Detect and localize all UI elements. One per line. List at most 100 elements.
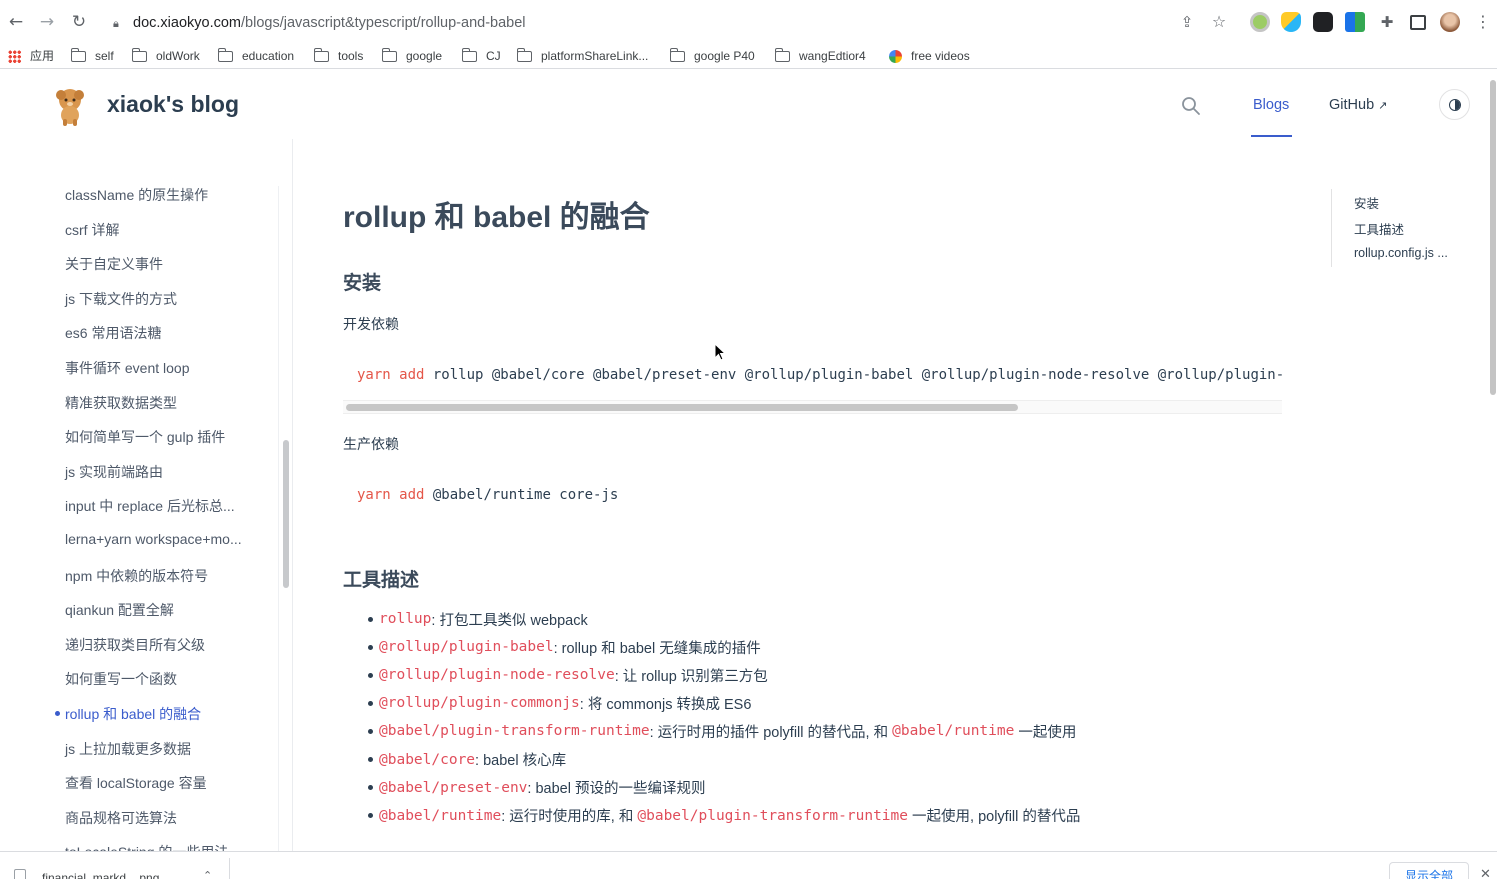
bookmark-label: self [95,49,114,63]
tools-heading: 工具描述 [343,570,420,591]
inline-code: @rollup/plugin-node-resolve [379,667,615,684]
free-videos-icon [889,49,902,63]
list-item-text: 一起使用 [1014,724,1077,741]
toc-item-rollup-config[interactable]: rollup.config.js ... [1354,246,1448,260]
inline-code: @babel/preset-env [379,779,528,796]
page-scrollbar[interactable] [1490,80,1496,395]
extension-shield-icon[interactable] [1281,12,1301,32]
bullet-icon [368,616,373,622]
dog-logo-icon[interactable] [49,85,91,127]
list-item-text: 一起使用, polyfill 的替代品 [908,809,1081,826]
puzzle-icon[interactable]: ✚ [1377,12,1397,32]
sidebar-item[interactable]: 事件循环 event loop [65,358,190,378]
sidebar-item[interactable]: 如何重写一个函数 [65,669,177,689]
bullet-icon [368,672,373,678]
bookmark-wangedtior4[interactable]: wangEdtior4 [775,47,866,65]
theme-toggle-button[interactable] [1439,89,1470,120]
bookmark-label: tools [338,49,364,63]
star-icon[interactable]: ☆ [1209,12,1229,32]
code-args: rollup @babel/core @babel/preset-env @ro… [432,367,1282,383]
side-panel-icon[interactable] [1410,15,1426,30]
sidebar-item[interactable]: className 的原生操作 [65,185,208,205]
sidebar-item[interactable]: 如何简单写一个 gulp 插件 [65,427,225,447]
extension-green-icon[interactable] [1250,12,1270,32]
sidebar-item[interactable]: 递归获取类目所有父级 [65,635,205,655]
page-title: rollup 和 babel 的融合 [343,201,650,234]
bookmark-oldwork[interactable]: oldWork [132,47,200,65]
sidebar-item[interactable]: input 中 replace 后光标总... [65,496,235,516]
bookmarks-bar: 应用 self oldWork education tools google C… [0,44,1497,68]
profile-avatar[interactable] [1440,12,1460,32]
bookmark-education[interactable]: education [218,47,294,65]
sidebar-item[interactable]: es6 常用语法糖 [65,323,161,343]
site-title[interactable]: xiaok's blog [107,91,239,118]
close-icon[interactable]: ✕ [1480,866,1491,879]
bullet-icon [368,785,373,791]
folder-icon [314,47,329,62]
sidebar-item[interactable]: 查看 localStorage 容量 [65,773,207,793]
forward-icon[interactable]: → [37,12,57,32]
code-scrollbar[interactable] [346,404,1018,411]
sidebar-item[interactable]: js 上拉加载更多数据 [65,739,191,759]
inline-code: @babel/runtime [892,723,1015,740]
dev-code-line: yarn add rollup @babel/core @babel/prese… [357,367,1282,383]
download-filename[interactable]: financial_markd....png [42,871,159,879]
sidebar-item[interactable]: lerna+yarn workspace+mo... [65,531,242,547]
bullet-icon [368,757,373,762]
download-bar: financial_markd....png ⌃ 显示全部 ✕ [0,851,1497,879]
share-icon[interactable]: ⇪ [1177,12,1197,32]
sidebar-item[interactable]: 商品规格可选算法 [65,808,177,828]
bookmark-apps[interactable]: 应用 [8,47,54,65]
toc-item-install[interactable]: 安装 [1354,193,1379,212]
list-item: @babel/preset-env: babel 预设的一些编译规则 [343,777,705,799]
folder-icon [670,47,685,62]
reload-icon[interactable]: ↻ [69,12,89,32]
toc-item-tools[interactable]: 工具描述 [1354,219,1404,238]
sidebar-item[interactable]: csrf 详解 [65,220,119,240]
sidebar-item[interactable]: npm 中依赖的版本符号 [65,566,208,586]
back-icon[interactable]: ← [6,12,26,32]
file-icon [14,869,26,879]
inline-code: @rollup/plugin-babel [379,639,554,656]
show-all-button[interactable]: 显示全部 [1389,862,1469,879]
sidebar-item[interactable]: qiankun 配置全解 [65,600,174,620]
list-item: @babel/runtime: 运行时使用的库, 和 @babel/plugin… [343,805,1080,827]
list-item-text: : 运行时用的插件 polyfill 的替代品, 和 [649,724,893,741]
mouse-cursor-icon [714,343,726,361]
search-icon[interactable] [1181,96,1201,116]
sidebar-item[interactable]: toLocaleString 的一些用法 [65,842,228,851]
nav-blogs-link[interactable]: Blogs [1253,97,1289,113]
sidebar-item[interactable]: js 实现前端路由 [65,462,163,482]
sidebar-item[interactable]: 关于自定义事件 [65,254,163,274]
folder-icon [462,47,477,62]
sidebar-scrollbar[interactable] [283,440,289,588]
sidebar-item[interactable]: js 下载文件的方式 [65,289,177,309]
sidebar-item[interactable]: rollup 和 babel 的融合 [65,704,201,724]
extension-grid-icon[interactable] [1345,12,1365,32]
nav-github-link[interactable]: GitHub ↗︎ [1329,97,1387,113]
sidebar-item[interactable]: 精准获取数据类型 [65,393,177,413]
bookmark-free-videos[interactable]: free videos [889,47,970,65]
bullet-icon [368,700,373,706]
bookmark-platformsharelink[interactable]: platformShareLink... [517,47,648,65]
sidebar: className 的原生操作 csrf 详解关于自定义事件 js 下载文件的方式 e… [0,139,292,851]
extension-game-icon[interactable] [1313,12,1333,32]
address-bar: ← → ↻ 🔒︎ doc.xiaokyo.com/blogs/javascript… [0,0,1497,44]
inline-code: @babel/runtime [379,807,502,824]
bullet-icon [368,813,373,819]
dev-code-block[interactable]: yarn add rollup @babel/core @babel/prese… [343,349,1282,415]
url-field[interactable]: 🔒︎ doc.xiaokyo.com/blogs/javascript&types… [113,13,526,33]
chevron-up-icon[interactable]: ⌃ [203,869,212,879]
bookmark-self[interactable]: self [71,47,114,65]
prod-code-block[interactable]: yarn add @babel/runtime core-js [343,469,1282,524]
folder-icon [382,47,397,62]
menu-dots-icon[interactable]: ⋮ [1473,12,1493,32]
folder-icon [775,47,790,62]
list-item-text: : rollup 和 babel 无缝集成的插件 [553,640,761,657]
bookmark-google-p40[interactable]: google P40 [670,47,755,65]
bookmark-tools[interactable]: tools [314,47,363,65]
list-item-text: : 打包工具类似 webpack [431,612,588,629]
bookmark-cj[interactable]: CJ [462,47,501,65]
bookmark-google[interactable]: google [382,47,442,65]
bookmark-apps-label: 应用 [30,49,55,63]
